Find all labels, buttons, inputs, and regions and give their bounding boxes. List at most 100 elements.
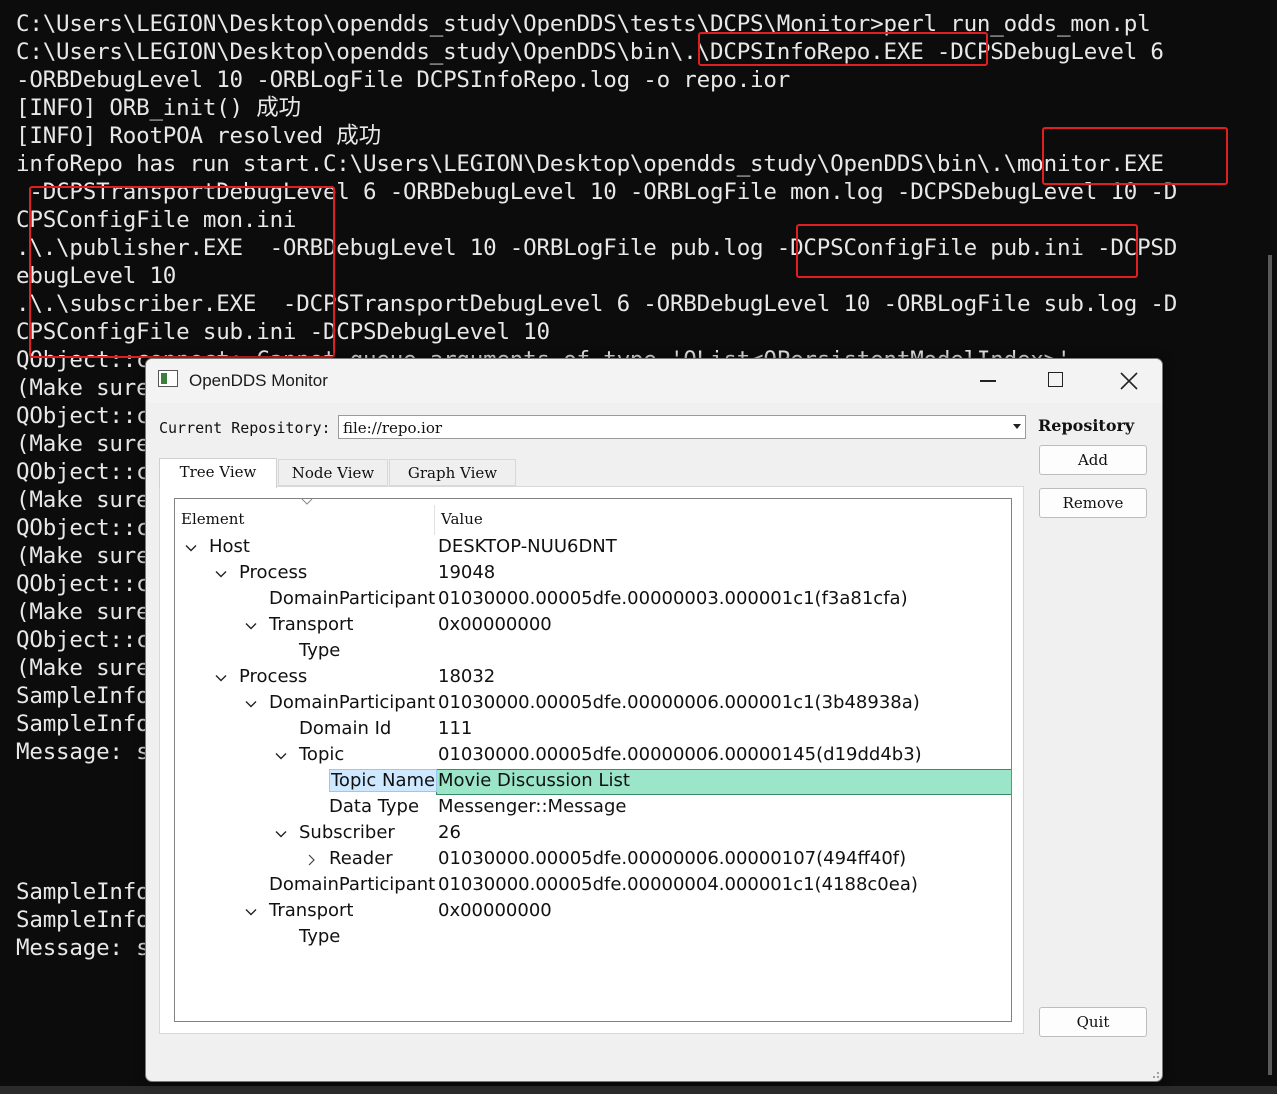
console-line: C:\Users\LEGION\Desktop\opendds_study\Op…: [16, 39, 1164, 65]
tree-row-label: Type: [299, 640, 341, 661]
window-title: OpenDDS Monitor: [189, 371, 328, 390]
tree-row-value: Movie Discussion List: [438, 770, 630, 791]
tree-row[interactable]: DomainParticipant 01030000.00005dfe.00000…: [175, 873, 1011, 899]
console-line: Message: s: [16, 739, 150, 765]
tree-row-label: Type: [299, 926, 341, 947]
chevron-down-icon[interactable]: [213, 561, 229, 587]
column-separator[interactable]: [434, 505, 435, 535]
tree-row-label: Process: [239, 562, 308, 583]
tree-row-value: Messenger::Message: [438, 796, 627, 817]
repository-combobox[interactable]: file://repo.ior: [338, 415, 1026, 439]
tree-row-label: Transport: [269, 614, 354, 635]
tree-row[interactable]: Domain Id 111: [175, 717, 1011, 743]
tree-row[interactable]: Host DESKTOP-NUU6DNT: [175, 535, 1011, 561]
console-line: -ORBDebugLevel 10 -ORBLogFile DCPSInfoRe…: [16, 67, 791, 93]
column-header-value[interactable]: Value: [441, 499, 483, 535]
app-window-icon: [158, 370, 178, 387]
tree-row[interactable]: Subscriber 26: [175, 821, 1011, 847]
console-line: SampleInfo: [16, 907, 150, 933]
console-line: QObject::c: [16, 571, 150, 597]
chevron-down-icon[interactable]: [273, 821, 289, 847]
tree-row-label: Domain Id: [299, 718, 392, 739]
tab-tree-view[interactable]: Tree View: [159, 458, 277, 488]
repository-group-label: Repository: [1038, 416, 1135, 435]
dropdown-arrow-icon: [1013, 424, 1021, 429]
console-line: [INFO] ORB_init() 成功: [16, 95, 301, 121]
tree-row-label: Host: [209, 536, 250, 557]
current-repository-label: Current Repository:: [159, 419, 331, 437]
tree-row-value: 01030000.00005dfe.00000003.000001c1(f3a8…: [438, 588, 908, 609]
maximize-button[interactable]: [1024, 359, 1088, 403]
highlight-box-infopo: [698, 32, 988, 66]
tree-row-label: Transport: [269, 900, 354, 921]
tree-row-label: Topic: [299, 744, 345, 765]
tree-row[interactable]: DomainParticipant 01030000.00005dfe.00000…: [175, 587, 1011, 613]
console-line: QObject::c: [16, 627, 150, 653]
column-header-element[interactable]: Element: [181, 499, 244, 535]
tree-row-label: DomainParticipant: [269, 588, 436, 609]
tree-row[interactable]: Transport 0x00000000: [175, 613, 1011, 639]
tree-row[interactable]: Process 18032: [175, 665, 1011, 691]
tree-row-label: Topic Name: [329, 769, 438, 792]
console-line: (Make sure: [16, 543, 150, 569]
tree-row-value: 111: [438, 718, 473, 739]
chevron-right-icon[interactable]: [303, 847, 319, 873]
console-line: [INFO] RootPOA resolved 成功: [16, 123, 381, 149]
minimize-button[interactable]: [956, 359, 1020, 403]
tree-row[interactable]: Process 19048: [175, 561, 1011, 587]
tree-row[interactable]: Reader 01030000.00005dfe.00000006.0000010…: [175, 847, 1011, 873]
tree-view[interactable]: Element Value Host DESKTOP-NUU6DNT Process…: [174, 498, 1012, 1022]
console-line: QObject::c: [16, 459, 150, 485]
chevron-down-icon[interactable]: [213, 665, 229, 691]
tab-graph-view[interactable]: Graph View: [389, 459, 516, 486]
chevron-down-icon[interactable]: [183, 535, 199, 561]
console-line: infoRepo has run start.C:\Users\LEGION\D…: [16, 151, 1164, 177]
tree-row-value: 18032: [438, 666, 496, 687]
console-line: SampleInfo: [16, 879, 150, 905]
console-scrollbar[interactable]: [1268, 255, 1272, 1075]
console-bottom-edge: [0, 1086, 1277, 1094]
opendds-monitor-window: OpenDDS Monitor Current Repository: file…: [145, 358, 1163, 1082]
console-line: QObject::c: [16, 515, 150, 541]
add-button[interactable]: Add: [1039, 445, 1147, 475]
console-line: (Make sure: [16, 655, 150, 681]
tree-row-label: Subscriber: [299, 822, 395, 843]
close-icon: [1120, 372, 1138, 390]
tree-row-value: 01030000.00005dfe.00000004.000001c1(4188…: [438, 874, 918, 895]
console-line: Message: s: [16, 935, 150, 961]
tree-row-value: 19048: [438, 562, 496, 583]
tree-row-value: 01030000.00005dfe.00000006.000001c1(3b48…: [438, 692, 920, 713]
tree-row-value: 0x00000000: [438, 900, 552, 921]
highlight-box-monitor: [1042, 127, 1228, 185]
quit-button[interactable]: Quit: [1039, 1007, 1147, 1037]
tree-row-label: DomainParticipant: [269, 874, 436, 895]
tree-row[interactable]: Topic 01030000.00005dfe.00000006.00000145…: [175, 743, 1011, 769]
tree-row-value: 01030000.00005dfe.00000006.00000145(d19d…: [438, 744, 922, 765]
tree-row[interactable]: DomainParticipant 01030000.00005dfe.00000…: [175, 691, 1011, 717]
chevron-down-icon[interactable]: [273, 743, 289, 769]
tree-row[interactable]: Topic Name Movie Discussion List: [175, 769, 1011, 795]
highlight-box-pubini: [796, 224, 1138, 278]
console-line: SampleInfo: [16, 711, 150, 737]
chevron-down-icon[interactable]: [243, 613, 259, 639]
tree-row-label: Reader: [329, 848, 393, 869]
sort-indicator-icon: [301, 499, 313, 505]
title-bar[interactable]: OpenDDS Monitor: [146, 359, 1162, 403]
close-button[interactable]: [1096, 359, 1160, 403]
tree-row[interactable]: Type: [175, 639, 1011, 665]
tree-row-value: 0x00000000: [438, 614, 552, 635]
remove-button[interactable]: Remove: [1039, 488, 1147, 518]
console-line: SampleInfo: [16, 683, 150, 709]
resize-grip-icon[interactable]: [1150, 1069, 1160, 1079]
tree-row[interactable]: Transport 0x00000000: [175, 899, 1011, 925]
tree-row-value: 26: [438, 822, 461, 843]
repository-value: file://repo.ior: [343, 419, 443, 437]
chevron-down-icon[interactable]: [243, 691, 259, 717]
tree-row-value: 01030000.00005dfe.00000006.00000107(494f…: [438, 848, 907, 869]
chevron-down-icon[interactable]: [243, 899, 259, 925]
tree-row[interactable]: Data Type Messenger::Message: [175, 795, 1011, 821]
tab-node-view[interactable]: Node View: [278, 459, 388, 486]
tree-row-label: Process: [239, 666, 308, 687]
console-line: (Make sure: [16, 599, 150, 625]
tree-row[interactable]: Type: [175, 925, 1011, 951]
